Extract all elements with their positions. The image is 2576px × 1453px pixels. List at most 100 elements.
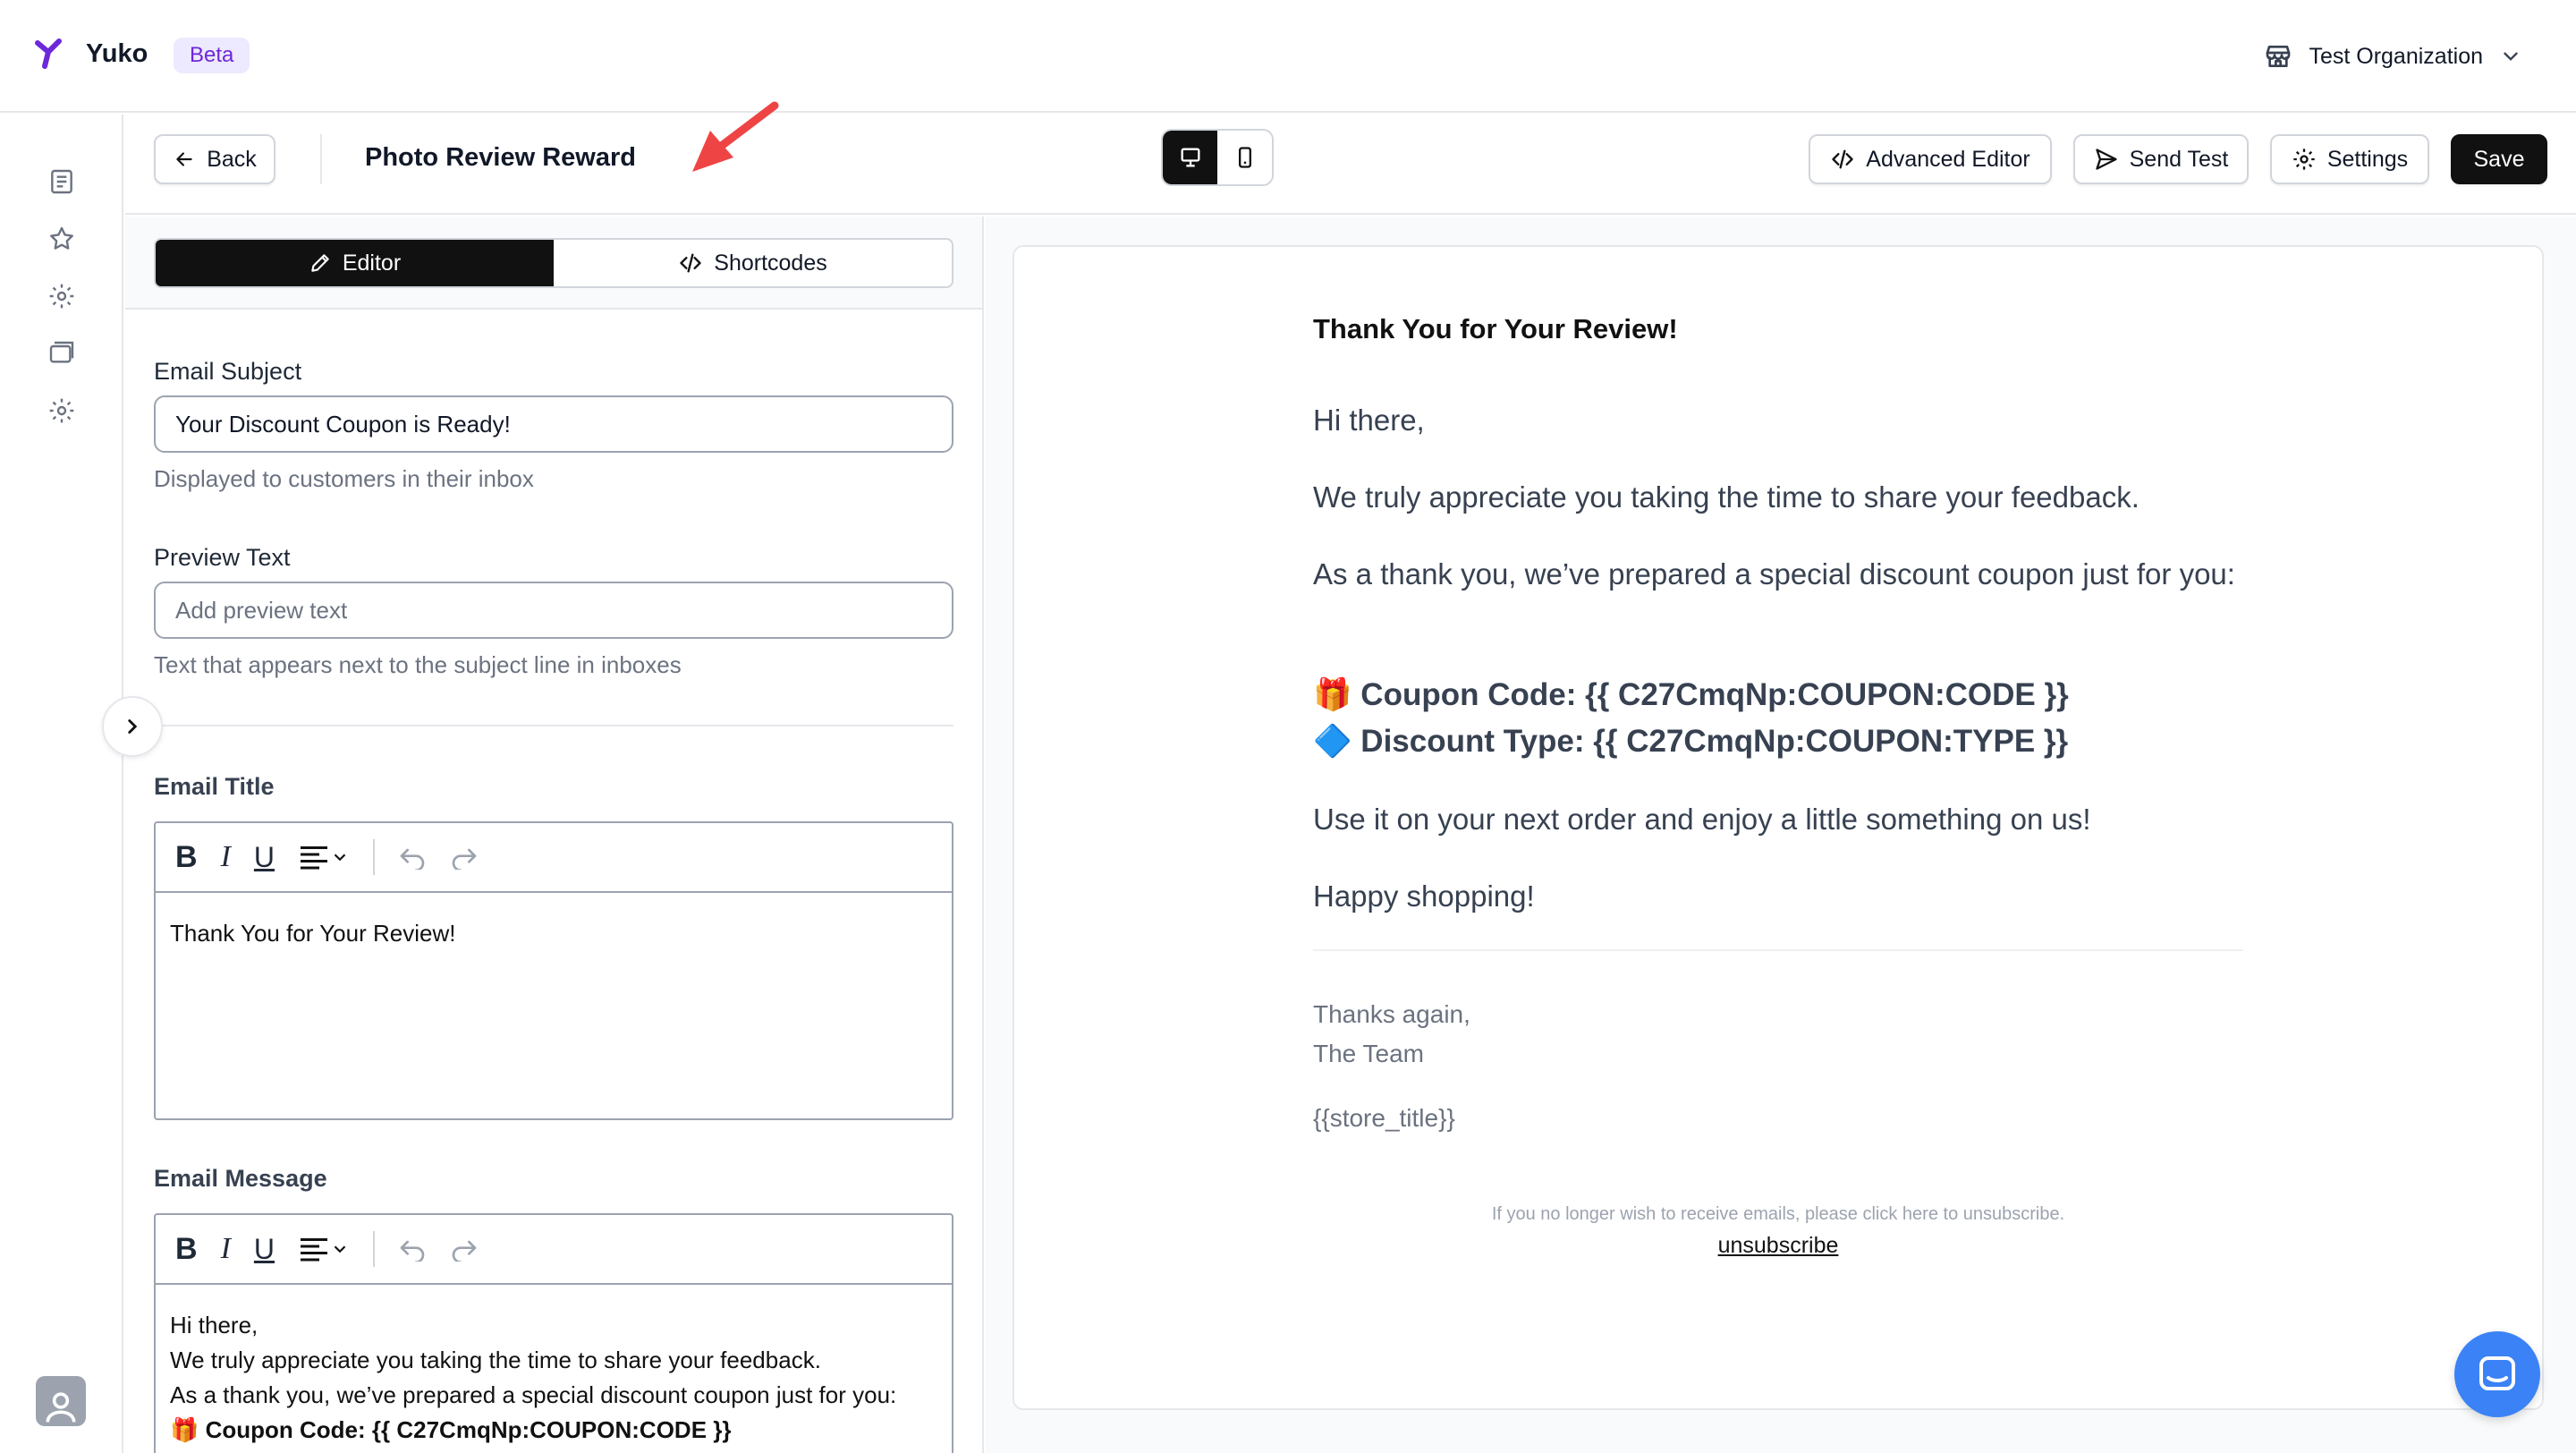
desktop-view-button[interactable] — [1163, 131, 1217, 184]
preview-title: Thank You for Your Review! — [1313, 313, 1678, 344]
toolbar-separator — [373, 1231, 375, 1267]
bold-icon: B — [175, 1231, 198, 1266]
gear-icon — [49, 398, 74, 423]
subject-input[interactable]: Your Discount Coupon is Ready! — [154, 395, 953, 453]
gear-icon — [49, 284, 74, 309]
undo-icon — [400, 848, 425, 870]
preview-greeting: Hi there, — [1313, 404, 1425, 437]
redo-button[interactable] — [450, 1231, 479, 1267]
italic-icon: I — [220, 840, 231, 873]
preview-paragraph: Use it on your next order and enjoy a li… — [1313, 803, 2091, 836]
underline-button[interactable]: U — [254, 1231, 275, 1267]
italic-button[interactable]: I — [221, 839, 231, 875]
preview-divider — [1313, 949, 2243, 951]
italic-button[interactable]: I — [221, 1231, 231, 1267]
back-button[interactable]: Back — [154, 134, 275, 184]
settings-button[interactable]: Settings — [2270, 134, 2429, 184]
bold-icon: B — [175, 839, 198, 874]
desktop-icon — [1181, 148, 1199, 167]
sidebar-item-reviews[interactable] — [45, 222, 79, 256]
email-message-content[interactable]: Hi there, We truly appreciate you taking… — [156, 1285, 952, 1453]
advanced-editor-button[interactable]: Advanced Editor — [1809, 134, 2052, 184]
chevron-right-icon — [128, 719, 138, 734]
tab-shortcodes-label: Shortcodes — [714, 250, 827, 276]
redo-icon — [452, 1240, 477, 1262]
app-name: Yuko — [86, 39, 148, 68]
unsubscribe-link-wrap: unsubscribe — [1013, 1233, 2544, 1259]
align-dropdown[interactable] — [298, 1231, 350, 1267]
code-icon — [1832, 149, 1853, 169]
yuko-logo-icon — [35, 38, 62, 69]
redo-icon — [452, 848, 477, 870]
preview-paragraph: Happy shopping! — [1313, 879, 1535, 913]
sidebar-item-pages[interactable] — [45, 165, 79, 199]
advanced-editor-label: Advanced Editor — [1866, 146, 2030, 172]
unsubscribe-link[interactable]: unsubscribe — [1718, 1233, 1839, 1258]
sidebar-rail — [0, 115, 123, 1453]
subject-label: Email Subject — [154, 358, 302, 385]
back-label: Back — [207, 146, 257, 172]
red-arrow-annotation — [692, 101, 779, 172]
preview-store-title: {{store_title}} — [1313, 1104, 1455, 1132]
message-line: We truly appreciate you taking the time … — [170, 1347, 821, 1373]
send-test-label: Send Test — [2129, 146, 2229, 172]
preview-coupon-code: 🎁 Coupon Code: {{ C27CmqNp:COUPON:CODE }… — [1313, 677, 2069, 712]
page-title: Photo Review Reward — [365, 143, 636, 172]
italic-icon: I — [220, 1232, 231, 1265]
store-icon — [2267, 46, 2291, 67]
save-label: Save — [2473, 146, 2525, 172]
preview-text-input[interactable]: Add preview text — [154, 582, 953, 639]
email-message-label: Email Message — [154, 1165, 327, 1192]
mobile-icon — [1238, 147, 1251, 168]
star-icon — [50, 226, 73, 250]
organization-switcher[interactable]: Test Organization — [2264, 36, 2522, 77]
underline-icon: U — [253, 1232, 275, 1265]
sidebar-item-preferences[interactable] — [45, 394, 79, 428]
editor-panel: Editor Shortcodes Email Subject Your Dis… — [125, 217, 984, 1453]
undo-button[interactable] — [398, 1231, 427, 1267]
chevron-down-icon — [2504, 52, 2518, 61]
document-icon — [51, 169, 72, 194]
gallery-icon — [49, 341, 74, 363]
save-button[interactable]: Save — [2451, 134, 2547, 184]
beta-badge: Beta — [174, 38, 250, 73]
sidebar-item-settings[interactable] — [45, 279, 79, 313]
panel-tabs-area: Editor Shortcodes — [125, 217, 982, 310]
message-line: Hi there, — [170, 1312, 258, 1338]
tab-shortcodes[interactable]: Shortcodes — [554, 240, 952, 286]
preview-paragraph: We truly appreciate you taking the time … — [1313, 480, 2140, 514]
align-dropdown[interactable] — [298, 839, 350, 875]
align-left-icon — [301, 846, 327, 870]
header-divider — [320, 134, 322, 184]
settings-label: Settings — [2326, 146, 2409, 172]
message-line: 🎁 Coupon Code: {{ C27CmqNp:COUPON:CODE }… — [170, 1416, 732, 1443]
bold-button[interactable]: B — [175, 1231, 198, 1267]
user-icon — [46, 1392, 76, 1423]
undo-icon — [400, 1240, 425, 1262]
email-title-label: Email Title — [154, 773, 275, 800]
bold-button[interactable]: B — [175, 839, 198, 875]
subject-help: Displayed to customers in their inbox — [154, 465, 534, 492]
undo-button[interactable] — [398, 839, 427, 875]
section-divider — [154, 725, 953, 726]
email-message-editor: B I U Hi there, We truly appreciate you … — [154, 1213, 953, 1453]
organization-name: Test Organization — [2309, 43, 2483, 69]
send-test-button[interactable]: Send Test — [2073, 134, 2249, 184]
email-title-content[interactable]: Thank You for Your Review! — [156, 893, 952, 974]
tab-editor[interactable]: Editor — [156, 240, 554, 286]
preview-signoff: The Team — [1313, 1040, 1424, 1067]
message-toolbar: B I U — [156, 1215, 952, 1285]
code-icon — [680, 253, 701, 273]
preview-paragraph: As a thank you, we’ve prepared a special… — [1313, 557, 2235, 591]
underline-button[interactable]: U — [254, 839, 275, 875]
send-icon — [2095, 149, 2117, 170]
user-avatar[interactable] — [36, 1376, 86, 1426]
redo-button[interactable] — [450, 839, 479, 875]
mobile-view-button[interactable] — [1217, 131, 1272, 184]
pencil-icon — [311, 254, 329, 272]
sidebar-item-media[interactable] — [45, 336, 79, 370]
chat-launcher-button[interactable] — [2454, 1331, 2540, 1417]
editor-header: Back Photo Review Reward Advanced Editor… — [125, 101, 2576, 215]
collapse-panel-button[interactable] — [102, 696, 163, 757]
panel-tabs: Editor Shortcodes — [154, 238, 953, 288]
